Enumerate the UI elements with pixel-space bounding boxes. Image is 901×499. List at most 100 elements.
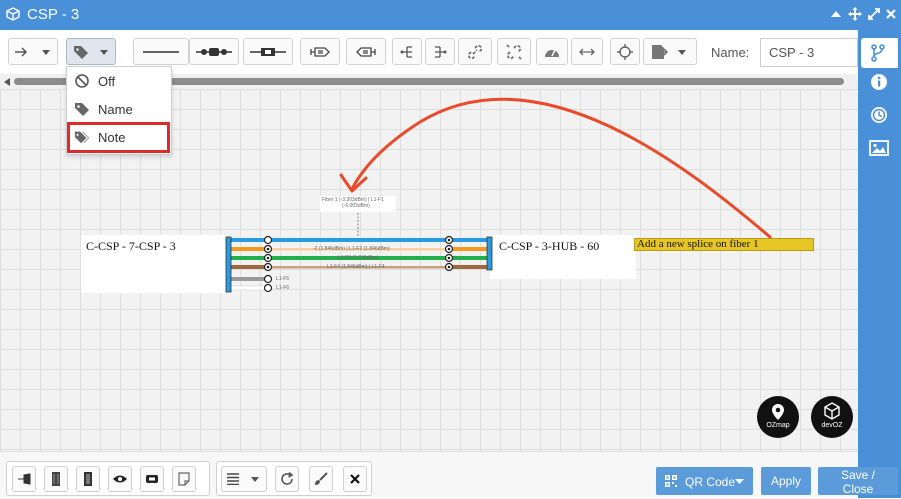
link-button[interactable] [458,38,492,65]
split-out-button[interactable] [392,38,422,65]
devoz-cube-icon [824,402,840,420]
split-in-button[interactable] [425,38,455,65]
tray-icon [84,472,92,486]
menu-item-name[interactable]: Name [67,96,171,123]
cube-icon [6,7,20,21]
splice-label-4: L1-F4 (1.846dBm) | L1-F4 [327,264,385,270]
connector-button[interactable] [243,38,293,65]
note-icon [178,472,190,486]
arrow-mode-dropdown[interactable] [8,38,58,65]
right-sidebar [858,30,901,498]
qr-code-label: QR Code [685,475,736,489]
tag-icon [75,103,89,116]
maximize-icon[interactable] [867,7,881,21]
unlink-button[interactable] [497,38,531,65]
ozmap-logo: OZmap [757,396,799,438]
fiber-2-orange-left[interactable] [231,247,269,251]
add-terminal-button[interactable] [12,466,36,492]
splitter-out-icon [400,45,412,58]
eye-icon [113,475,127,483]
splice-closure-button[interactable] [189,38,239,65]
apply-button[interactable]: Apply [761,467,811,495]
move-icon[interactable] [848,7,862,21]
name-input[interactable] [760,38,858,67]
terminal-icon [18,473,31,485]
splice-node[interactable] [263,283,273,293]
annotation-arrow [350,97,772,239]
splice-label-3: L1-F3 (1.846dBm) [338,255,379,261]
paint-button[interactable] [309,466,333,492]
connector-block-icon [146,475,158,483]
title-bar: CSP - 3 [0,0,901,30]
label-mode-dropdown[interactable] [66,38,116,65]
ozmap-logo-text: OZmap [766,422,790,429]
splice-node[interactable] [263,274,273,284]
add-connector-button[interactable] [140,466,164,492]
close-icon[interactable] [884,7,898,21]
fiber-2-orange-right[interactable] [449,247,487,251]
refresh-icon [281,472,294,485]
unlink-icon [506,43,522,60]
qr-code-button[interactable]: QR Code [656,467,753,495]
delete-button[interactable] [343,466,367,492]
tag-icon [74,45,108,59]
devoz-logo: devOZ [811,396,853,438]
chevron-down-icon [735,479,744,484]
splice-label-2: -2 (1.846dBm) | L1-F2 (1.846dBm) [313,246,390,252]
edit-tools-group [216,461,372,496]
name-label: Name: [711,45,750,60]
collapse-icon[interactable] [829,7,843,21]
menu-item-off[interactable]: Off [67,68,171,95]
link-icon [467,44,483,59]
plug-icon [310,46,330,57]
cable-icon [52,472,60,486]
history-icon[interactable] [869,105,889,125]
left-cable-end[interactable] [225,236,232,293]
arrow-right-icon [15,46,50,57]
save-close-button[interactable]: Save / Close [818,467,898,496]
power-meter-button[interactable] [536,38,568,65]
fiber-4-brown-right[interactable] [449,265,487,269]
qr-icon [665,475,677,487]
connector-icon [250,47,286,56]
fiber-5-gray[interactable] [231,277,269,281]
align-dropdown[interactable] [221,466,267,492]
scroll-left-arrow-icon[interactable] [4,78,10,86]
add-splitter-button[interactable] [108,466,132,492]
line-icon [143,50,179,53]
info-icon[interactable] [869,72,889,92]
fiber-6-white[interactable] [230,285,270,291]
fiber-label-5: L1-F5 [276,276,290,282]
export-icon [652,44,686,59]
devoz-logo-text: devOZ [821,422,843,429]
port-in-button[interactable] [300,38,340,65]
add-note-button[interactable] [172,466,196,492]
distance-button[interactable] [571,38,603,65]
menu-item-off-label: Off [98,74,116,89]
menu-item-note-highlight [67,122,170,153]
fiber-4-brown-left[interactable] [231,265,269,269]
add-cable-button[interactable] [44,466,68,492]
image-icon[interactable] [869,138,889,158]
menu-item-name-label: Name [98,102,133,117]
fiber-label-6: L1-F6 [276,285,290,291]
branch-icon [871,44,885,62]
port-out-button[interactable] [346,38,386,65]
element-tools-group [6,461,210,496]
off-icon [75,74,89,88]
splice-icon [196,47,232,56]
refresh-button[interactable] [275,466,299,492]
map-pin-icon [772,404,784,420]
x-icon [350,474,360,484]
gauge-icon [545,49,559,57]
add-tray-button[interactable] [76,466,100,492]
crosshair-icon [617,43,633,60]
socket-icon [356,46,376,57]
right-cable-end[interactable] [486,236,493,271]
annotation-arrowhead [339,173,368,193]
export-dropdown[interactable] [643,38,697,65]
tab-branches[interactable] [861,38,898,68]
center-button[interactable] [610,38,640,65]
cable-line-button[interactable] [133,38,189,65]
splice-node[interactable] [263,235,273,245]
